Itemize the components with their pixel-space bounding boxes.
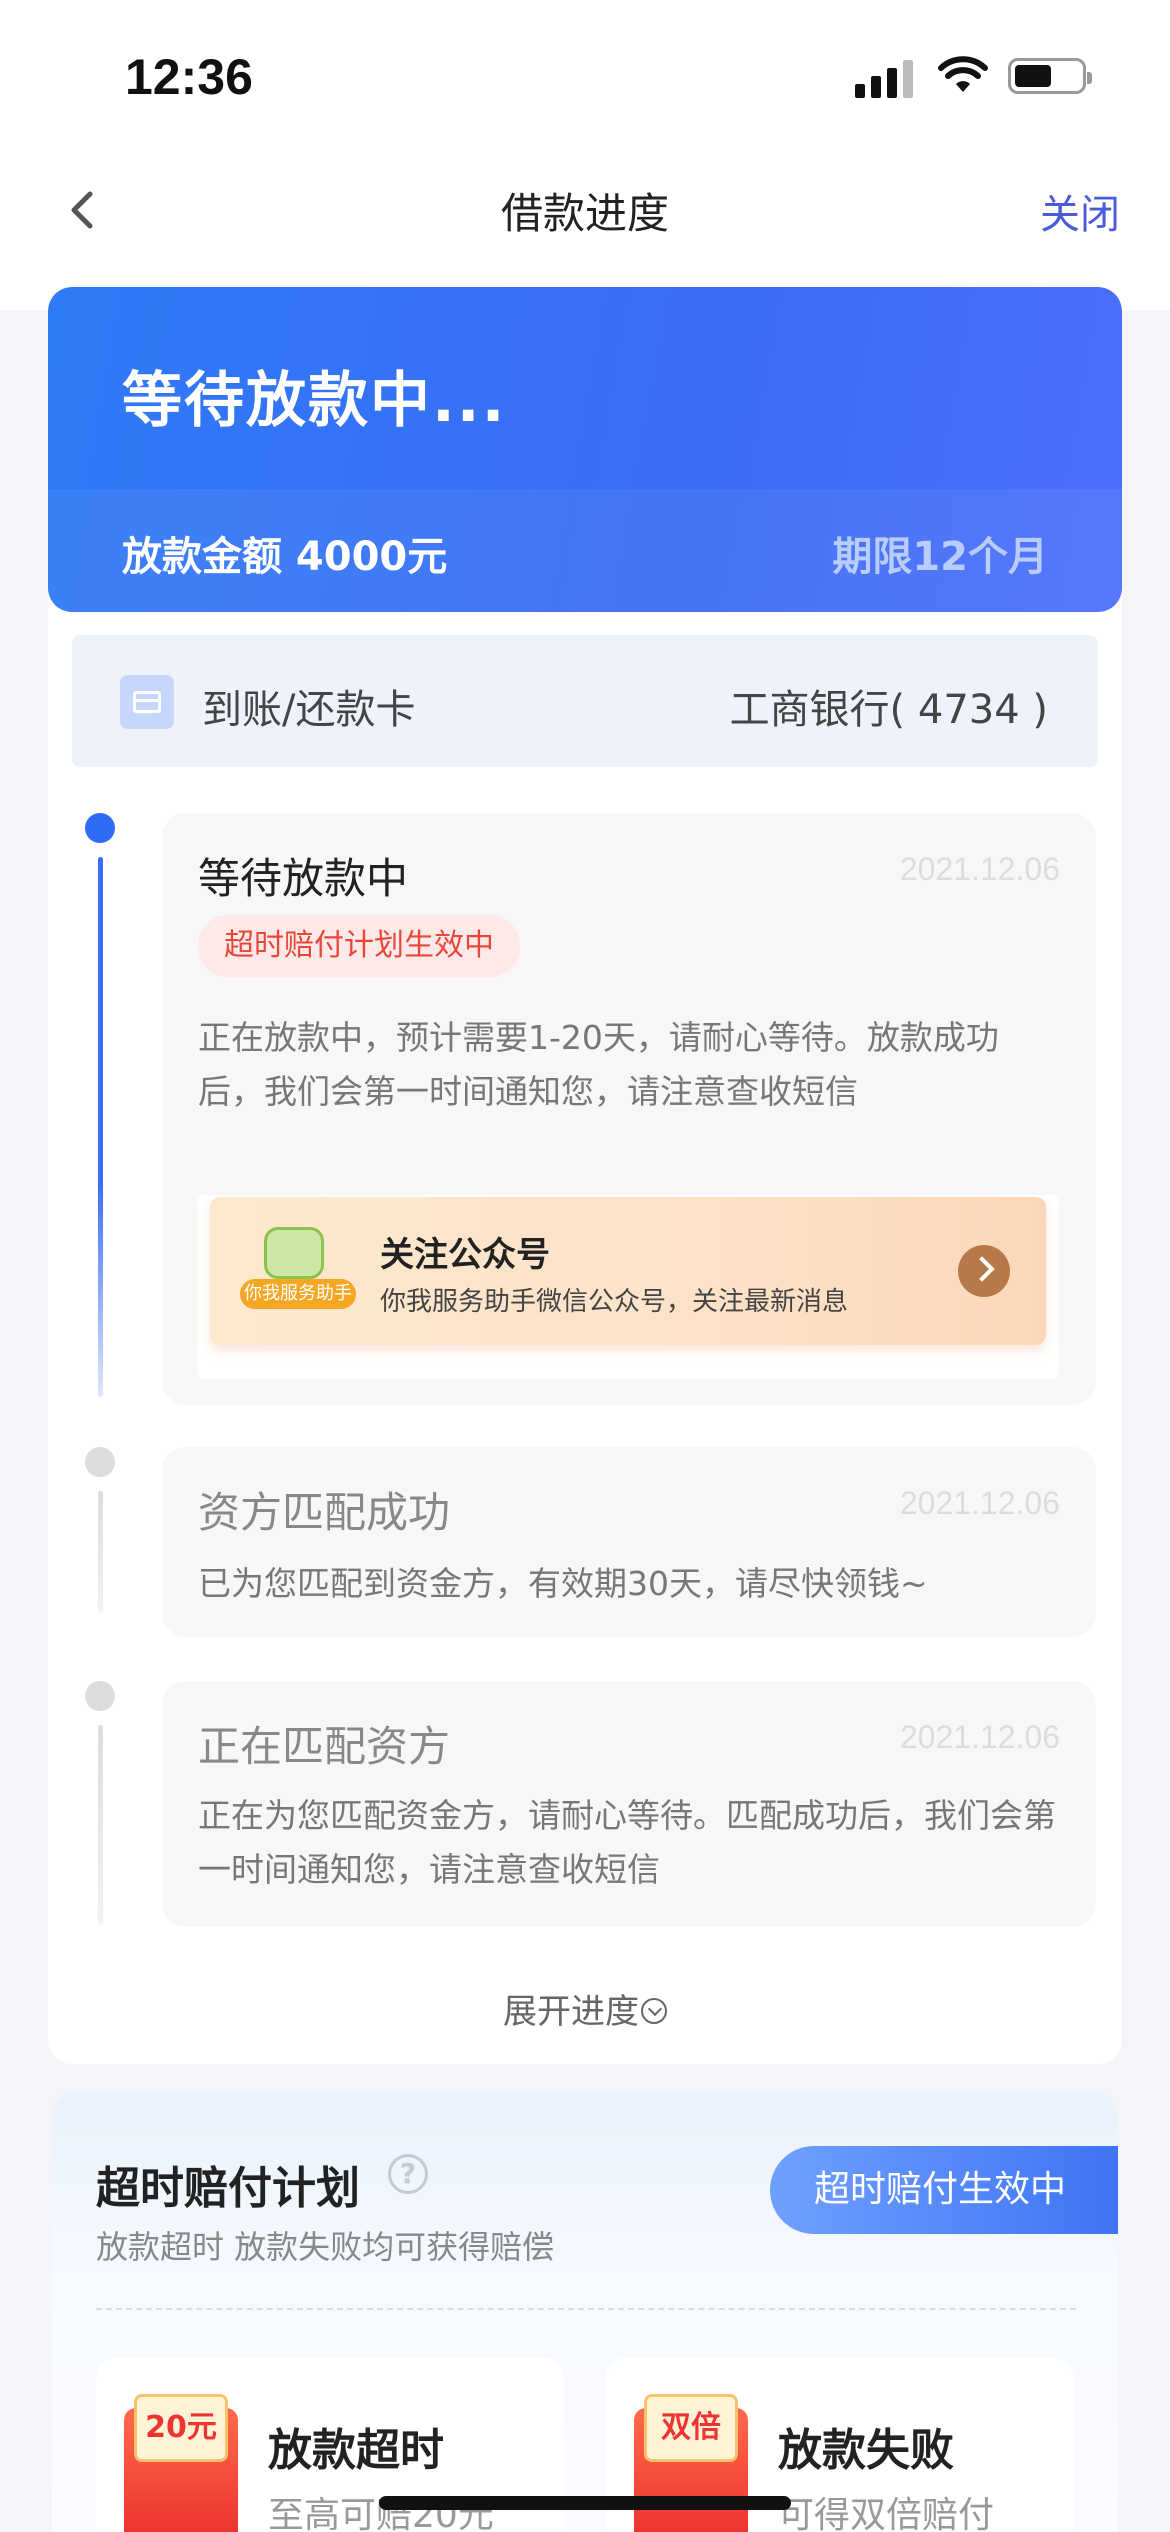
reward-badge: 双倍	[644, 2394, 738, 2462]
chevron-down-circle-icon	[641, 1997, 667, 2024]
red-envelope-icon: 20元	[124, 2394, 238, 2532]
timeline-step-title: 正在匹配资方	[198, 1722, 451, 1771]
expand-progress-button[interactable]: 展开进度	[48, 1984, 1122, 2033]
status-time: 12:36	[125, 49, 253, 105]
dashed-divider	[96, 2308, 1076, 2310]
timeline-line-inactive	[98, 1491, 103, 1613]
timeline-step-desc: 正在放款中，预计需要1-20天，请耐心等待。放款成功后，我们会第一时间通知您，请…	[198, 1018, 999, 1111]
compensation-plan-card: 超时赔付计划 ? 放款超时 放款失败均可获得赔偿 超时赔付生效中 20元 放款超…	[52, 2092, 1118, 2532]
status-bar: 12:36	[0, 0, 1170, 150]
status-hero: 等待放款中... 放款金额 4000元 期限12个月	[48, 287, 1122, 612]
timeline-step-title: 资方匹配成功	[198, 1488, 451, 1537]
reward-desc: 可得双倍赔付	[778, 2495, 995, 2532]
home-indicator	[379, 2496, 791, 2510]
battery-icon	[1008, 58, 1092, 94]
wechat-promo-subtitle: 你我服务助手微信公众号，关注最新消息	[380, 1287, 849, 1317]
wechat-promo[interactable]: 你我服务助手 关注公众号 你我服务助手微信公众号，关注最新消息	[198, 1195, 1058, 1379]
timeline-step-date: 2021.12.06	[899, 1485, 1060, 1521]
timeline-step-card: 正在匹配资方 2021.12.06 正在为您匹配资金方，请耐心等待。匹配成功后，…	[162, 1681, 1096, 1927]
loan-amount: 放款金额 4000元	[122, 534, 448, 580]
timeline-dot-inactive	[85, 1447, 115, 1477]
loan-progress-card: 等待放款中... 放款金额 4000元 期限12个月 到账/还款卡 工商银行( …	[48, 287, 1122, 2064]
compensation-status-pill: 超时赔付生效中	[770, 2146, 1118, 2234]
reward-badge: 20元	[134, 2394, 228, 2462]
wechat-logo-tag: 你我服务助手	[240, 1279, 356, 1309]
page-title: 借款进度	[500, 189, 669, 238]
status-badge: 超时赔付计划生效中	[198, 915, 520, 977]
timeline-step-desc: 已为您匹配到资金方，有效期30天，请尽快领钱~	[198, 1564, 928, 1603]
timeline-step-desc: 正在为您匹配资金方，请耐心等待。匹配成功后，我们会第一时间通知您，请注意查收短信	[198, 1796, 1056, 1889]
timeline-line-inactive	[98, 1725, 103, 1925]
timeline-step-date: 2021.12.06	[899, 851, 1060, 887]
wechat-follow-banner[interactable]: 你我服务助手 关注公众号 你我服务助手微信公众号，关注最新消息	[210, 1197, 1046, 1345]
compensation-title: 超时赔付计划	[96, 2163, 360, 2214]
timeline-line-active	[98, 857, 103, 1397]
chevron-right-icon[interactable]	[958, 1245, 1010, 1297]
hero-status-title: 等待放款中...	[122, 366, 507, 436]
timeline-step-date: 2021.12.06	[899, 1719, 1060, 1755]
timeline-step-title: 等待放款中	[198, 854, 409, 903]
red-envelope-icon: 双倍	[634, 2394, 748, 2532]
loan-term: 期限12个月	[832, 534, 1048, 580]
timeline-dot-inactive	[85, 1681, 115, 1711]
close-button[interactable]: 关闭	[1040, 182, 1120, 240]
timeline-dot-active	[85, 813, 115, 843]
wifi-icon	[938, 56, 988, 92]
wechat-assistant-logo: 你我服务助手	[240, 1227, 356, 1317]
bank-card-label: 到账/还款卡	[202, 687, 416, 733]
reward-name: 放款超时	[268, 2425, 444, 2476]
bank-card-row: 到账/还款卡 工商银行( 4734 )	[72, 635, 1098, 767]
nav-bar: 借款进度 关闭	[0, 150, 1170, 270]
expand-progress-label: 展开进度	[503, 1992, 639, 2032]
bank-card-value: 工商银行( 4734 )	[729, 687, 1048, 733]
compensation-subtitle: 放款超时 放款失败均可获得赔偿	[96, 2228, 555, 2266]
help-icon[interactable]: ?	[388, 2154, 428, 2194]
bank-card-icon	[120, 675, 174, 729]
timeline-step-card: 等待放款中 2021.12.06 超时赔付计划生效中 正在放款中，预计需要1-2…	[162, 813, 1096, 1405]
wechat-promo-title: 关注公众号	[380, 1235, 550, 1275]
timeline-step-card: 资方匹配成功 2021.12.06 已为您匹配到资金方，有效期30天，请尽快领钱…	[162, 1447, 1096, 1637]
reward-name: 放款失败	[778, 2425, 954, 2476]
cellular-signal-icon	[855, 58, 917, 98]
